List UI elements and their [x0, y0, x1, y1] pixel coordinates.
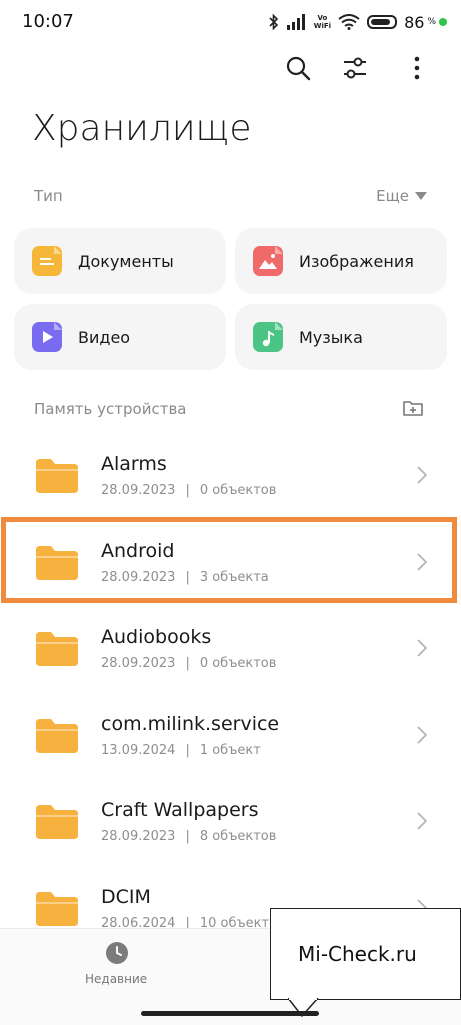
type-section-label: Тип: [34, 187, 63, 205]
folder-icon: [36, 632, 78, 666]
image-icon: [253, 246, 283, 276]
more-options-button[interactable]: [399, 50, 435, 86]
chevron-right-icon: [417, 812, 427, 830]
folder-meta: 28.09.2023 | 8 объектов: [101, 829, 276, 844]
meta-separator: |: [185, 829, 190, 844]
dropdown-triangle-icon: [415, 192, 427, 200]
more-types-label: Еще: [376, 187, 409, 205]
battery-icon: [367, 15, 398, 29]
more-types-button[interactable]: Еще: [376, 187, 427, 205]
folder-icon: [36, 459, 78, 493]
folder-name: Craft Wallpapers: [101, 799, 259, 821]
signal-icon: [286, 14, 305, 30]
bluetooth-icon: [269, 13, 278, 31]
meta-separator: |: [185, 483, 190, 498]
folder-icon: [36, 891, 78, 926]
folder-icon: [36, 718, 78, 753]
video-icon: [32, 322, 62, 352]
folder-row[interactable]: Alarms 28.09.2023 | 0 объектов: [0, 431, 461, 517]
folder-name: Alarms: [101, 453, 167, 475]
nav-recent-label: Недавние: [85, 972, 148, 986]
category-documents[interactable]: Документы: [14, 228, 226, 294]
battery-percent: 86: [404, 12, 425, 32]
status-bar: 10:07 Vo WiFi 86 %: [0, 0, 461, 44]
category-music[interactable]: Музыка: [235, 304, 447, 370]
new-folder-button[interactable]: [402, 398, 424, 418]
folder-count: 0 объектов: [199, 656, 277, 671]
status-time: 10:07: [22, 11, 74, 32]
category-images[interactable]: Изображения: [235, 228, 447, 294]
home-indicator[interactable]: [141, 1011, 319, 1016]
folder-icon: [36, 805, 78, 839]
chevron-right-icon: [417, 639, 427, 657]
search-icon: [286, 56, 311, 81]
folder-date: 28.09.2023: [101, 829, 176, 844]
vowifi-icon: Vo WiFi: [313, 14, 332, 30]
folder-row[interactable]: Craft Wallpapers 28.09.2023 | 8 объектов: [0, 777, 461, 863]
folder-date: 28.09.2023: [101, 656, 176, 671]
device-storage-label: Память устройства: [34, 400, 187, 418]
folder-meta: 13.09.2024 | 1 объект: [101, 743, 261, 758]
watermark-text: Mi-Check.ru: [298, 942, 417, 966]
folder-count: 8 объектов: [199, 829, 277, 844]
battery-percent-unit: %: [427, 17, 436, 27]
category-label: Музыка: [299, 327, 363, 347]
sliders-icon: [344, 57, 366, 79]
search-button[interactable]: [280, 50, 316, 86]
status-icons: Vo WiFi 86 %: [268, 10, 447, 34]
document-icon: [32, 246, 62, 276]
folder-meta: 28.09.2023 | 0 объектов: [101, 656, 276, 671]
folder-row[interactable]: Audiobooks 28.09.2023 | 0 объектов: [0, 604, 461, 690]
folder-name: DCIM: [101, 885, 151, 908]
filter-button[interactable]: [337, 50, 373, 86]
folder-row[interactable]: com.milink.service 13.09.2024 | 1 объект: [0, 691, 461, 777]
folder-date: 28.09.2023: [101, 483, 176, 498]
folder-count: 1 объект: [199, 742, 261, 758]
nav-recent[interactable]: Недавние: [80, 941, 154, 1001]
add-folder-icon: [403, 401, 423, 416]
clock-icon: [106, 942, 128, 964]
meta-separator: |: [185, 742, 190, 758]
category-video[interactable]: Видео: [14, 304, 226, 370]
wifi-icon: [338, 14, 360, 30]
charging-dot-icon: [439, 18, 447, 26]
music-icon: [253, 322, 283, 352]
folder-name: com.milink.service: [101, 712, 280, 735]
folder-meta: 28.09.2023 | 0 объектов: [101, 483, 276, 498]
category-label: Документы: [78, 251, 174, 271]
page-title: Хранилище: [32, 108, 252, 149]
more-vertical-icon: [414, 56, 420, 80]
chevron-right-icon: [417, 725, 427, 744]
chevron-right-icon: [417, 466, 427, 484]
highlight-frame: [1, 517, 457, 603]
category-label: Видео: [78, 327, 131, 347]
meta-separator: |: [185, 656, 190, 671]
category-label: Изображения: [299, 251, 414, 271]
folder-count: 0 объектов: [199, 483, 277, 498]
folder-name: Audiobooks: [101, 626, 212, 648]
folder-date: 13.09.2024: [101, 742, 176, 758]
